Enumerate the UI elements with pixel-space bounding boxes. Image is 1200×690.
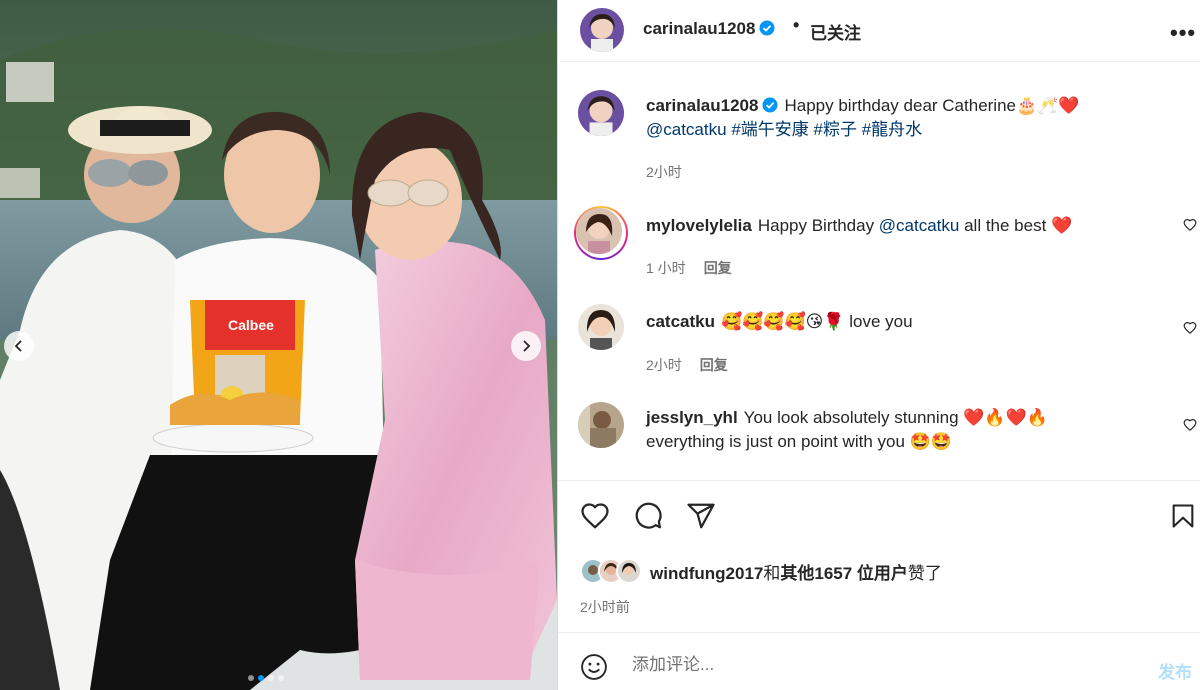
comment-body-end: all the best ❤️ [959, 216, 1073, 235]
comments-list: carinalau1208 Happy birthday dear Catheri… [558, 62, 1200, 480]
likes-suffix: 赞了 [907, 563, 942, 583]
following-button[interactable]: 已关注 [810, 19, 861, 44]
heart-icon[interactable] [580, 501, 610, 531]
post-header: carinalau1208 • 已关注 ••• [558, 0, 1200, 62]
instagram-post-modal: Calbee carinalau1208 • 已关注 ••• carinalau… [0, 0, 1200, 690]
comment-mention[interactable]: @catcatku [879, 216, 960, 235]
post-photo: Calbee [0, 0, 557, 690]
comment-body-line2: everything is just on point with you 🤩🤩 [646, 432, 952, 451]
author-avatar[interactable] [580, 8, 624, 52]
carousel-dot[interactable] [248, 675, 254, 681]
hashtag-link[interactable]: #粽子 [814, 120, 857, 139]
likes-summary[interactable]: windfung2017和其他1657 位用户赞了 [580, 556, 942, 586]
add-comment-bar: 发布 [558, 632, 1200, 690]
comment-username[interactable]: mylovelylelia [646, 216, 752, 235]
share-icon[interactable] [686, 501, 716, 531]
comment-username[interactable]: jesslyn_yhl [646, 408, 738, 427]
carousel-dot[interactable] [278, 675, 284, 681]
comment-input[interactable] [632, 655, 1152, 675]
reply-button[interactable]: 回复 [700, 357, 728, 373]
post-timestamp[interactable]: 2小时前 [580, 597, 630, 617]
caption-time-text: 2小时 [646, 164, 682, 180]
comment-like-heart-icon[interactable] [1183, 418, 1197, 432]
caption-text: carinalau1208 Happy birthday dear Catheri… [646, 94, 1146, 142]
comment-icon[interactable] [633, 501, 663, 531]
hashtag-link[interactable]: #端午安康 [731, 120, 808, 139]
caption-username[interactable]: carinalau1208 [646, 96, 758, 115]
caption-body: Happy birthday dear Catherine🎂🥂❤️ [784, 96, 1080, 115]
post-comment-button[interactable]: 发布 [1158, 658, 1192, 683]
author-username-text[interactable]: carinalau1208 [643, 19, 755, 38]
story-ring[interactable] [574, 206, 628, 260]
comment-body: Happy Birthday [757, 216, 879, 235]
more-options-icon[interactable]: ••• [1170, 20, 1196, 46]
emoji-icon[interactable] [580, 653, 608, 681]
comment-text: jesslyn_yhl You look absolutely stunning … [646, 406, 1146, 454]
post-side-panel: carinalau1208 • 已关注 ••• carinalau1208 Hap… [557, 0, 1200, 690]
liker-avatar [616, 558, 642, 584]
cake-label: Calbee [228, 317, 274, 333]
verified-icon [759, 20, 775, 36]
likes-text: windfung2017和其他1657 位用户赞了 [650, 559, 942, 584]
chevron-left-icon [14, 340, 22, 352]
likes-joiner: 和 [763, 563, 781, 583]
comment-like-heart-icon[interactable] [1183, 218, 1197, 232]
carousel-dot-active[interactable] [258, 675, 264, 681]
comment-body: You look absolutely stunning ❤️🔥❤️🔥 [743, 408, 1048, 427]
comment-time: 2小时 [646, 357, 682, 373]
comment-text: catcatku 🥰🥰🥰🥰😘🌹 love you [646, 310, 1146, 334]
post-actions: windfung2017和其他1657 位用户赞了 2小时前 [558, 480, 1200, 632]
carousel-next-button[interactable] [511, 331, 541, 361]
comment-username[interactable]: catcatku [646, 312, 715, 331]
carousel-dot[interactable] [268, 675, 274, 681]
reply-button[interactable]: 回复 [704, 260, 732, 276]
caption-mention[interactable]: @catcatku [646, 120, 727, 139]
comment-text: mylovelylelia Happy Birthday @catcatku al… [646, 214, 1146, 238]
carousel-dots [248, 675, 284, 681]
author-username[interactable]: carinalau1208 [643, 19, 775, 39]
commenter-avatar[interactable] [578, 304, 624, 350]
comment-meta: 1 小时 回复 [646, 258, 732, 278]
commenter-avatar[interactable] [578, 402, 624, 448]
comment-meta: 2小时 回复 [646, 355, 728, 375]
carousel-prev-button[interactable] [4, 331, 34, 361]
post-media: Calbee [0, 0, 557, 690]
liker-username[interactable]: windfung2017 [650, 564, 763, 583]
hashtag-link[interactable]: #龍舟水 [862, 120, 922, 139]
comment-like-heart-icon[interactable] [1183, 321, 1197, 335]
chevron-right-icon [523, 340, 531, 352]
likes-count[interactable]: 其他1657 位用户 [780, 564, 908, 583]
comment-body: 🥰🥰🥰🥰😘🌹 love you [720, 312, 913, 331]
commenter-avatar[interactable] [576, 208, 622, 254]
comment-time: 1 小时 [646, 260, 686, 276]
bookmark-icon[interactable] [1169, 501, 1197, 531]
header-separator: • [793, 15, 800, 35]
verified-icon [762, 97, 778, 113]
caption-avatar[interactable] [578, 90, 624, 136]
caption-time: 2小时 [646, 162, 682, 182]
